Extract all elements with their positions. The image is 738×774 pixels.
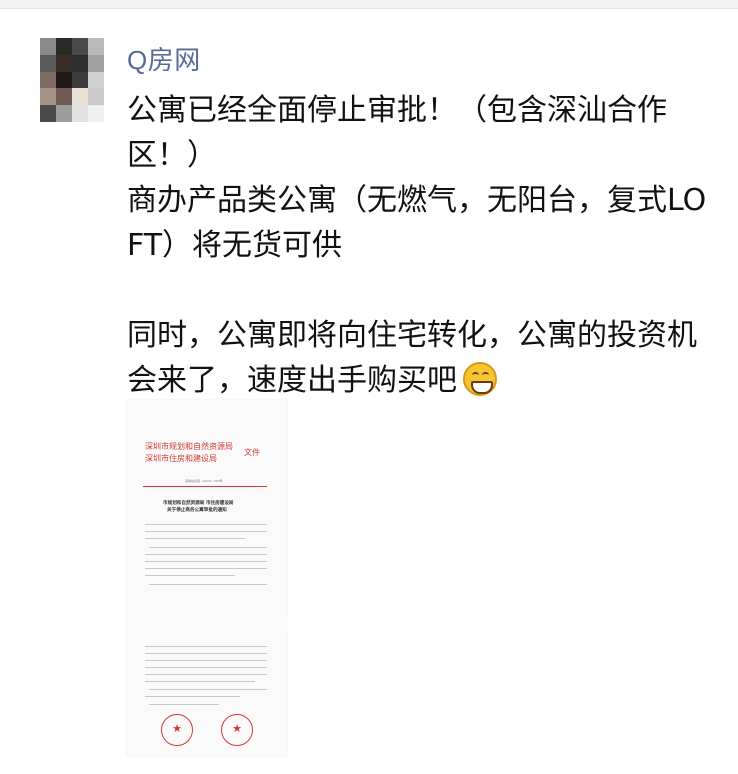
doc-issuer-line-1: 深圳市规划和自然资源局: [145, 442, 233, 451]
doc-text-line: [149, 584, 267, 585]
doc-text-line: [145, 531, 267, 532]
doc-title-line-2: 关于停止商务公寓审批的通知: [167, 508, 227, 513]
avatar[interactable]: [40, 38, 104, 122]
doc-text-line: [145, 667, 267, 668]
doc-text-line: [145, 554, 267, 555]
doc-text-line: [145, 575, 235, 576]
doc-text-line: [145, 674, 267, 675]
message-text: 公寓已经全面停止审批！（包含深汕合作区！） 商办产品类公寓（无燃气，无阳台，复式…: [127, 88, 717, 403]
doc-text-line: [145, 538, 245, 539]
doc-issuer-line-2: 深圳市住房和建设局: [145, 454, 217, 463]
doc-text-line: [145, 660, 267, 661]
doc-text-line: [145, 561, 267, 562]
doc-text-line: [149, 547, 267, 548]
grinning-face-emoji-icon: [463, 362, 497, 396]
message-paragraph-3: 同时，公寓即将向住宅转化，公寓的投资机会来了，速度出手购买吧: [127, 313, 717, 403]
document-image-page-2[interactable]: ★ ★: [127, 626, 287, 756]
doc-text-line: [149, 704, 219, 705]
doc-text-line: [149, 689, 267, 690]
doc-text-line: [145, 653, 267, 654]
doc-text-line: [145, 681, 255, 682]
official-seal-icon: ★: [161, 714, 193, 746]
doc-red-rule: [143, 486, 267, 487]
doc-issuer-suffix: 文件: [244, 448, 260, 457]
doc-text-line: [145, 524, 267, 525]
message-paragraph-3-text: 同时，公寓即将向住宅转化，公寓的投资机会来了，速度出手购买吧: [127, 318, 697, 398]
sender-name[interactable]: Q房网: [127, 40, 201, 77]
doc-text-line: [145, 646, 267, 647]
official-seal-icon: ★: [221, 714, 253, 746]
top-divider: [0, 0, 738, 9]
doc-text-line: [145, 696, 240, 697]
message-paragraph-1: 公寓已经全面停止审批！（包含深汕合作区！）: [127, 93, 667, 173]
message-paragraph-2: 商办产品类公寓（无燃气，无阳台，复式LOFT）将无货可供: [127, 183, 707, 263]
doc-title-line-1: 市规划和自然资源局 市住房建设局: [163, 501, 234, 506]
doc-number: 深规划资源〔2020〕208号: [185, 479, 223, 483]
doc-text-line: [145, 568, 267, 569]
document-image-page-1[interactable]: 深圳市规划和自然资源局 深圳市住房和建设局 文件 深规划资源〔2020〕208号…: [127, 400, 287, 622]
